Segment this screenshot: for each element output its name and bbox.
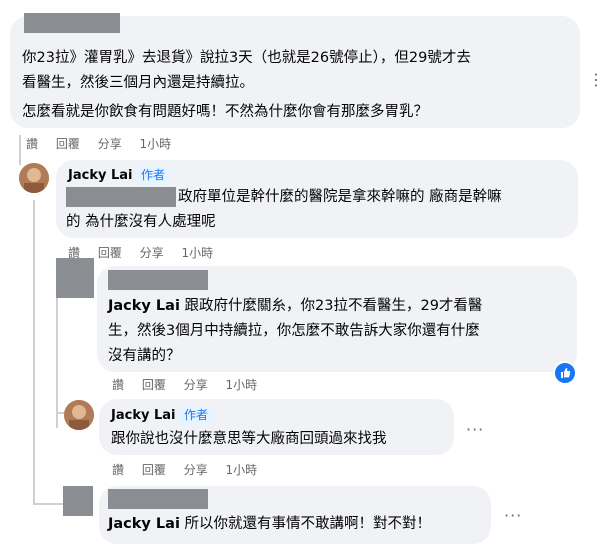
- reply2-line1: Jacky Lai 跟政府什麼關糸，你23拉不看醫生，29才看醫: [108, 298, 483, 314]
- thread-line-reply1-branch: [33, 503, 63, 505]
- reply3-line1: 跟你說也沒什麼意思等大廠商回頭過來找我: [111, 431, 387, 447]
- author-badge: 作者: [178, 405, 215, 425]
- reply2-line2: 生，然後3個月中持續拉，你怎麼不敢告訴大家你還有什麼: [108, 323, 480, 339]
- redacted-author-name: [108, 270, 208, 290]
- timestamp[interactable]: 1小時: [140, 137, 172, 151]
- mention-link[interactable]: Jacky Lai: [108, 298, 180, 314]
- redacted-author-name: [108, 489, 208, 509]
- timestamp[interactable]: 1小時: [226, 463, 258, 477]
- reply-link[interactable]: 回覆: [142, 463, 166, 477]
- share-link[interactable]: 分享: [184, 378, 208, 392]
- reply3-actions: 讚 回覆 分享 1小時: [112, 461, 271, 478]
- avatar[interactable]: [19, 163, 49, 193]
- thread-line-sub-branch: [56, 412, 64, 414]
- comment1-line3: 怎麼看就是你飲食有問題好嗎！不然為什麼你會有那麼多胃乳？: [22, 104, 428, 120]
- reply-link[interactable]: 回覆: [142, 378, 166, 392]
- share-link[interactable]: 分享: [98, 137, 122, 151]
- reply2-actions: 讚 回覆 分享 1小時: [112, 376, 271, 393]
- comment1-line2: 看醫生，然後三個月內還是持續拉。: [22, 75, 254, 91]
- like-link[interactable]: 讚: [112, 463, 124, 477]
- redacted-avatar[interactable]: [56, 258, 94, 298]
- more-options-icon[interactable]: ···: [466, 420, 484, 439]
- like-link[interactable]: 讚: [26, 137, 38, 151]
- thread-line-reply1: [33, 200, 35, 505]
- more-options-icon[interactable]: ···: [504, 506, 522, 525]
- redacted-avatar[interactable]: [63, 486, 93, 516]
- timestamp[interactable]: 1小時: [182, 246, 214, 260]
- like-reaction-icon[interactable]: [553, 361, 577, 385]
- side-more-icon[interactable]: ⋮: [588, 70, 600, 89]
- share-link[interactable]: 分享: [140, 246, 164, 260]
- like-link[interactable]: 讚: [112, 378, 124, 392]
- thread-line-main: [19, 135, 21, 165]
- share-link[interactable]: 分享: [184, 463, 208, 477]
- reply4-line1: Jacky Lai 所以你就還有事情不敢講啊！對不對！: [108, 516, 432, 532]
- comment1-line1: 你23拉》灌胃乳》去退貨》說拉3天（也就是26號停止），但29號才去: [22, 50, 471, 66]
- reply1-line2: 的 為什麼沒有人處理呢: [66, 214, 216, 230]
- timestamp[interactable]: 1小時: [226, 378, 258, 392]
- reply1-line1: 政府單位是幹什麼的醫院是拿來幹嘛的 廠商是幹嘛: [178, 189, 502, 205]
- mention-link[interactable]: Jacky Lai: [108, 516, 180, 532]
- comment1-actions: 讚 回覆 分享 1小時: [26, 135, 185, 152]
- reply3-author[interactable]: Jacky Lai: [111, 408, 175, 423]
- author-badge: 作者: [135, 165, 172, 185]
- reply1-author[interactable]: Jacky Lai: [68, 168, 132, 183]
- reply-link[interactable]: 回覆: [98, 246, 122, 260]
- reply2-line3: 沒有講的？: [108, 348, 181, 364]
- redacted-author-name: [24, 13, 120, 33]
- redacted-mention: [66, 187, 176, 207]
- reply-link[interactable]: 回覆: [56, 137, 80, 151]
- avatar[interactable]: [64, 400, 94, 430]
